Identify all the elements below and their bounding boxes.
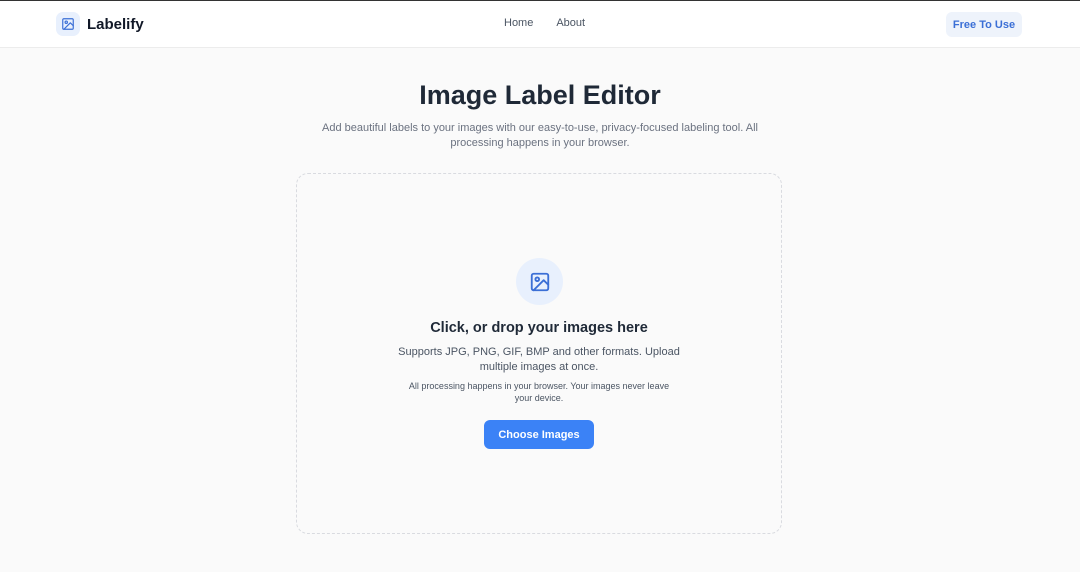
nav-link-about[interactable]: About: [556, 17, 585, 29]
dropzone-privacy-note: All processing happens in your browser. …: [408, 381, 670, 403]
image-dropzone[interactable]: Click, or drop your images here Supports…: [296, 173, 782, 534]
image-icon: [56, 12, 80, 36]
brand-name: Labelify: [87, 15, 144, 33]
main-nav: Home About: [504, 17, 585, 29]
free-to-use-badge[interactable]: Free To Use: [946, 12, 1022, 37]
top-navbar: Labelify Home About Free To Use: [0, 1, 1080, 48]
page-subtitle: Add beautiful labels to your images with…: [322, 122, 758, 149]
dropzone-description: Supports JPG, PNG, GIF, BMP and other fo…: [398, 346, 680, 373]
choose-images-button[interactable]: Choose Images: [484, 420, 594, 449]
page-title: Image Label Editor: [419, 80, 661, 110]
nav-link-home[interactable]: Home: [504, 17, 533, 29]
brand[interactable]: Labelify: [56, 12, 144, 36]
image-icon: [516, 258, 563, 305]
dropzone-title: Click, or drop your images here: [430, 320, 648, 336]
